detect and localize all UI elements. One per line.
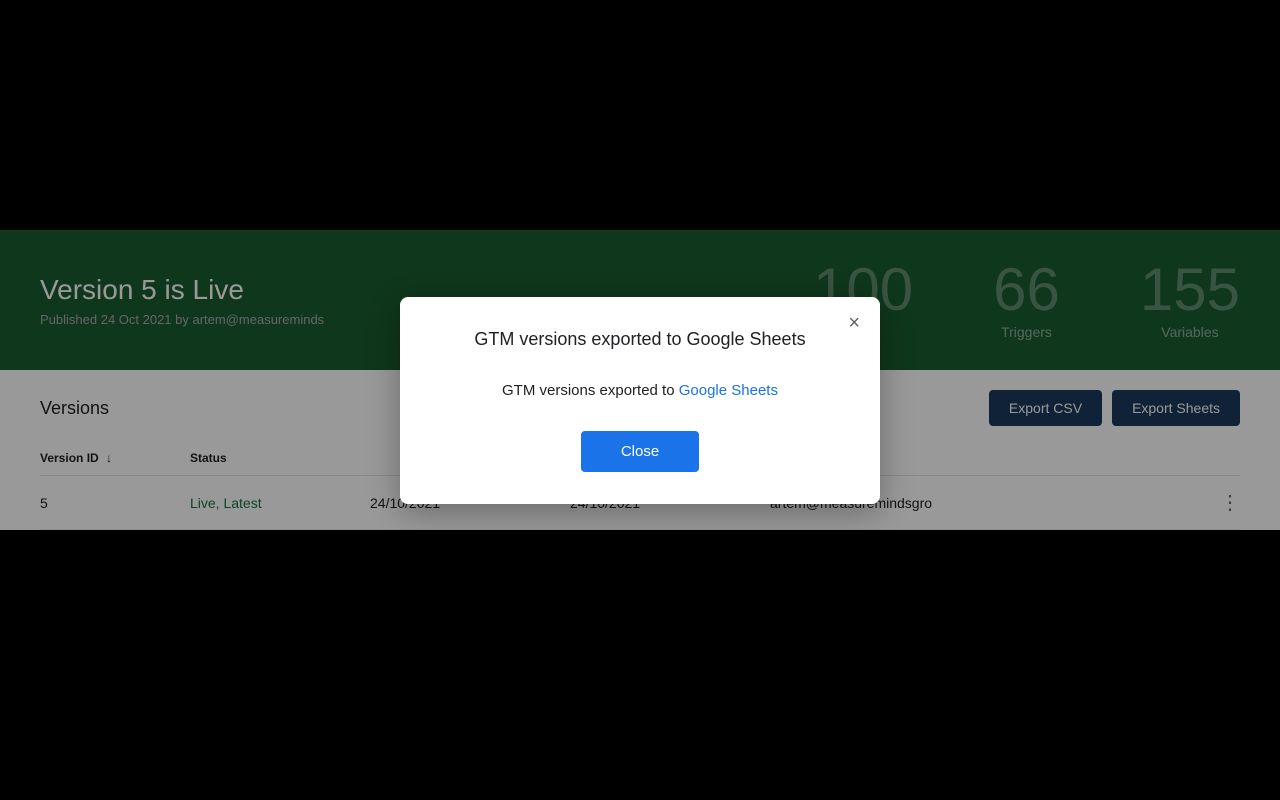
google-sheets-link[interactable]: Google Sheets: [679, 382, 778, 399]
dialog-title: GTM versions exported to Google Sheets: [432, 329, 848, 350]
dialog-footer: Close: [432, 431, 848, 472]
dialog-close-action-button[interactable]: Close: [581, 431, 699, 472]
dialog-body: GTM versions exported to Google Sheets: [432, 382, 848, 399]
dialog-body-text: GTM versions exported to: [502, 382, 679, 399]
modal-overlay: × GTM versions exported to Google Sheets…: [0, 0, 1280, 800]
export-success-dialog: × GTM versions exported to Google Sheets…: [400, 297, 880, 504]
dialog-close-button[interactable]: ×: [848, 313, 860, 333]
